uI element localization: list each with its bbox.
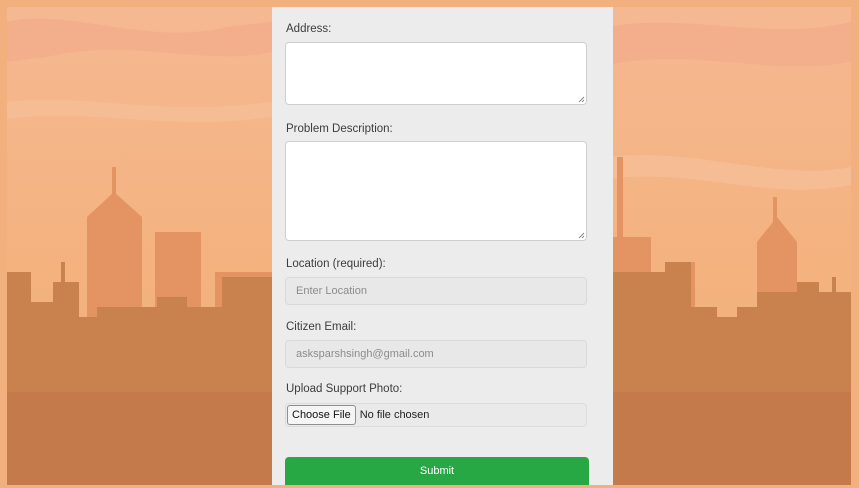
resize-grip-icon[interactable] [578,232,585,239]
address-textarea[interactable] [285,42,587,105]
location-input[interactable]: Enter Location [285,277,587,305]
location-label: Location (required): [286,258,386,270]
submit-button[interactable]: Submit [285,457,589,485]
citizen-email-label: Citizen Email: [286,321,357,333]
address-label: Address: [286,23,332,35]
problem-description-label: Problem Description: [286,123,393,135]
file-upload-field: Choose File No file chosen [285,403,587,427]
problem-description-textarea[interactable] [285,141,587,241]
resize-grip-icon[interactable] [578,96,585,103]
upload-photo-label: Upload Support Photo: [286,383,403,395]
citizen-email-input[interactable]: asksparshsingh@gmail.com [285,340,587,368]
page-frame: Address: Problem Description: Location (… [7,7,851,485]
complaint-form-card: Address: Problem Description: Location (… [272,7,613,485]
choose-file-button[interactable]: Choose File [287,405,356,425]
no-file-chosen-text: No file chosen [359,409,430,421]
